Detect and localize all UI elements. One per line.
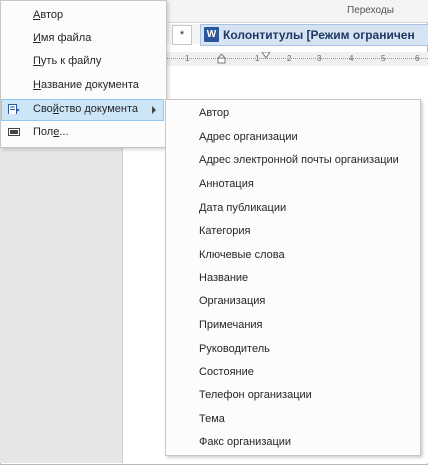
submenu-item-label: Дата публикации <box>199 202 287 214</box>
menu-item-label: Свойство документа <box>33 103 139 115</box>
document-margin-area <box>0 148 122 463</box>
menu-item-file-name[interactable]: Имя файла <box>1 28 164 50</box>
submenu-item-label: Руководитель <box>199 343 270 355</box>
submenu-item-category[interactable]: Категория <box>166 220 420 243</box>
ruler-dots <box>165 58 428 60</box>
submenu-item-comments[interactable]: Примечания <box>166 314 420 337</box>
submenu-item-label: Примечания <box>199 319 263 331</box>
menu-item-field[interactable]: Поле... <box>1 122 164 144</box>
submenu-item-manager[interactable]: Руководитель <box>166 338 420 361</box>
submenu-item-label: Категория <box>199 225 251 237</box>
menu-item-document-title[interactable]: Название документа <box>1 75 164 97</box>
menu-item-file-path[interactable]: Путь к файлу <box>1 51 164 73</box>
submenu-arrow-icon <box>152 106 156 114</box>
submenu-item-label: Телефон организации <box>199 389 312 401</box>
menu-item-document-property[interactable]: Свойство документа <box>1 99 164 121</box>
menu-item-label: Поле... <box>33 126 69 138</box>
submenu-item-label: Состояние <box>199 366 254 378</box>
ruler-mark: 5 <box>381 54 386 63</box>
submenu-item-label: Организация <box>199 295 266 307</box>
ruler-mark: 3 <box>317 54 322 63</box>
submenu-item-author[interactable]: Автор <box>166 102 420 125</box>
ruler-mark: 6 <box>415 54 420 63</box>
submenu-item-label: Адрес электронной почты организации <box>199 154 399 166</box>
first-line-indent-icon[interactable] <box>261 52 271 60</box>
menu-item-label: Имя файла <box>33 32 92 44</box>
submenu-item-label: Название <box>199 272 249 284</box>
submenu-item-company-phone[interactable]: Телефон организации <box>166 384 420 407</box>
document-title: Колонтитулы [Режим ограничен <box>223 28 415 42</box>
submenu-item-label: Аннотация <box>199 178 254 190</box>
field-icon <box>8 128 20 136</box>
submenu-item-label: Факс организации <box>199 436 292 448</box>
menu-item-author[interactable]: Автор <box>1 5 164 27</box>
submenu-item-title[interactable]: Название <box>166 267 420 290</box>
submenu-item-abstract[interactable]: Аннотация <box>166 173 420 196</box>
quick-parts-menu: Автор Имя файла Путь к файлу Название до… <box>0 0 167 148</box>
menu-item-label: Название документа <box>33 79 139 91</box>
word-icon: W <box>204 27 219 42</box>
ruler-mark: 1 <box>185 54 190 63</box>
ribbon-group-label: Переходы <box>347 5 394 16</box>
indent-marker-icon[interactable] <box>217 54 227 64</box>
submenu-item-label: Ключевые слова <box>199 249 285 261</box>
submenu-item-label: Тема <box>199 413 225 425</box>
submenu-item-subject[interactable]: Тема <box>166 408 420 431</box>
ruler-mark: 2 <box>287 54 292 63</box>
document-property-icon <box>8 104 20 114</box>
submenu-item-company-email[interactable]: Адрес электронной почты организации <box>166 149 420 172</box>
document-property-submenu: Автор Адрес организации Адрес электронно… <box>165 99 421 456</box>
tab-modified-indicator[interactable]: * <box>172 25 192 45</box>
submenu-item-publish-date[interactable]: Дата публикации <box>166 197 420 220</box>
submenu-item-label: Адрес организации <box>199 131 298 143</box>
tab-document[interactable]: W Колонтитулы [Режим ограничен <box>200 24 428 46</box>
submenu-item-company-fax[interactable]: Факс организации <box>166 431 420 454</box>
menu-item-label: Автор <box>33 9 64 21</box>
submenu-item-label: Автор <box>199 107 230 119</box>
ruler-mark: 4 <box>349 54 354 63</box>
submenu-item-company-address[interactable]: Адрес организации <box>166 126 420 149</box>
submenu-item-keywords[interactable]: Ключевые слова <box>166 244 420 267</box>
menu-item-label: Путь к файлу <box>33 55 102 67</box>
submenu-item-company[interactable]: Организация <box>166 290 420 313</box>
ruler-mark: 1 <box>255 54 260 63</box>
ruler[interactable]: 1 1 2 3 4 5 6 <box>165 52 428 67</box>
submenu-item-status[interactable]: Состояние <box>166 361 420 384</box>
